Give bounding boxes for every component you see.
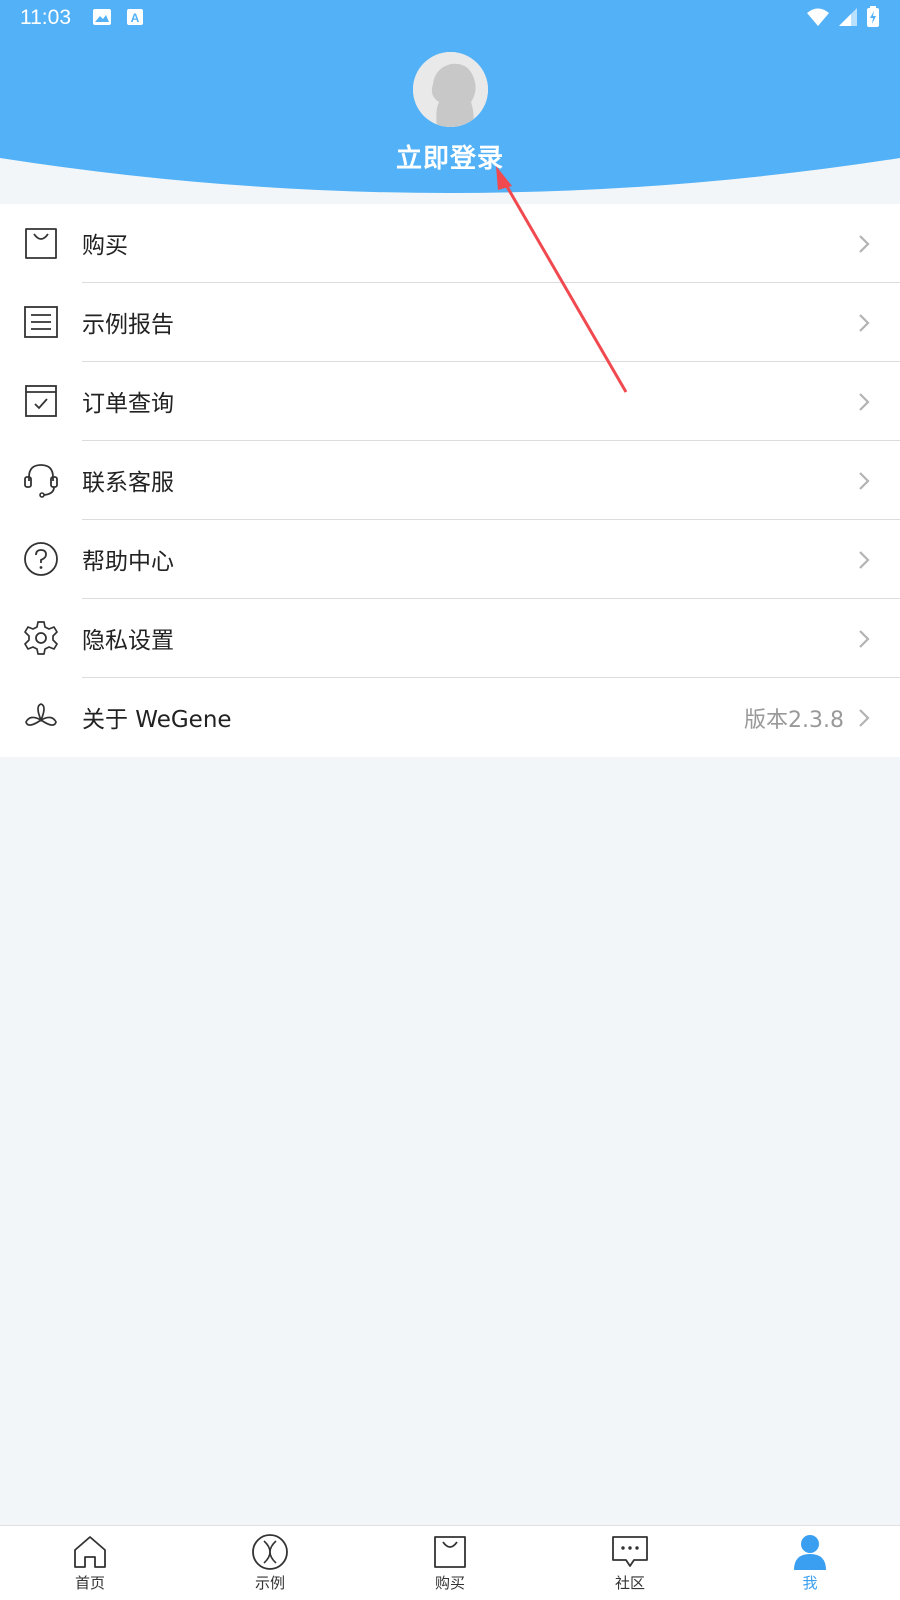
menu-item-about[interactable]: 关于 WeGene 版本2.3.8	[0, 678, 900, 757]
tab-label: 我	[802, 1574, 818, 1592]
dna-circle-icon	[252, 1534, 288, 1570]
wegene-logo-icon	[25, 703, 57, 726]
help-circle-icon	[24, 542, 58, 576]
chevron-right-icon	[859, 630, 870, 648]
tab-purchase[interactable]: 购买	[360, 1526, 540, 1600]
menu-item-order-query[interactable]: 订单查询	[0, 362, 900, 441]
shopping-bag-icon	[25, 228, 57, 259]
a-notification-icon: A	[127, 9, 143, 25]
tab-label: 示例	[254, 1574, 285, 1592]
menu-item-label: 购买	[82, 233, 128, 259]
svg-text:A: A	[131, 11, 140, 25]
status-time: 11:03	[20, 6, 71, 29]
menu-item-sample-report[interactable]: 示例报告	[0, 283, 900, 362]
tab-label: 社区	[614, 1574, 645, 1592]
gear-icon	[24, 621, 58, 655]
tab-label: 购买	[434, 1574, 465, 1592]
status-bar: 11:03 A	[0, 0, 900, 38]
image-icon	[93, 9, 111, 25]
tab-label: 首页	[74, 1574, 105, 1592]
tab-me[interactable]: 我	[720, 1526, 900, 1600]
calendar-check-icon	[25, 385, 57, 417]
tab-sample[interactable]: 示例	[180, 1526, 360, 1600]
tab-community[interactable]: 社区	[540, 1526, 720, 1600]
chevron-right-icon	[859, 235, 870, 253]
wifi-icon	[807, 8, 829, 26]
user-icon	[794, 1535, 826, 1570]
login-link[interactable]: 立即登录	[0, 138, 900, 175]
menu-list: 购买 示例报告 订单查询 联系客服 帮助中心 隐私设置 关于 WeGene 版本…	[0, 204, 900, 757]
menu-item-label: 订单查询	[82, 391, 174, 417]
signal-icon	[839, 8, 857, 26]
menu-item-help-center[interactable]: 帮助中心	[0, 520, 900, 599]
shopping-bag-icon	[434, 1536, 466, 1568]
chevron-right-icon	[859, 393, 870, 411]
menu-item-label: 关于 WeGene	[82, 707, 232, 733]
menu-item-customer-service[interactable]: 联系客服	[0, 441, 900, 520]
menu-item-label: 帮助中心	[82, 549, 174, 575]
headset-icon	[24, 464, 58, 498]
app-version: 版本2.3.8	[744, 708, 844, 733]
tab-bar: 首页 示例 购买 社区 我	[0, 1525, 900, 1600]
default-avatar-icon	[413, 52, 488, 127]
chevron-right-icon	[859, 472, 870, 490]
menu-item-purchase[interactable]: 购买	[0, 204, 900, 283]
chevron-right-icon	[859, 314, 870, 332]
menu-item-label: 隐私设置	[82, 628, 174, 654]
chevron-right-icon	[859, 709, 870, 727]
tab-home[interactable]: 首页	[0, 1526, 180, 1600]
chat-bubble-icon	[612, 1536, 648, 1567]
menu-item-label: 示例报告	[82, 312, 174, 338]
home-icon	[74, 1536, 106, 1568]
battery-charging-icon	[867, 6, 879, 27]
document-list-icon	[24, 306, 58, 338]
menu-item-privacy-settings[interactable]: 隐私设置	[0, 599, 900, 678]
chevron-right-icon	[859, 551, 870, 569]
avatar[interactable]	[413, 52, 488, 127]
menu-item-label: 联系客服	[82, 470, 174, 496]
